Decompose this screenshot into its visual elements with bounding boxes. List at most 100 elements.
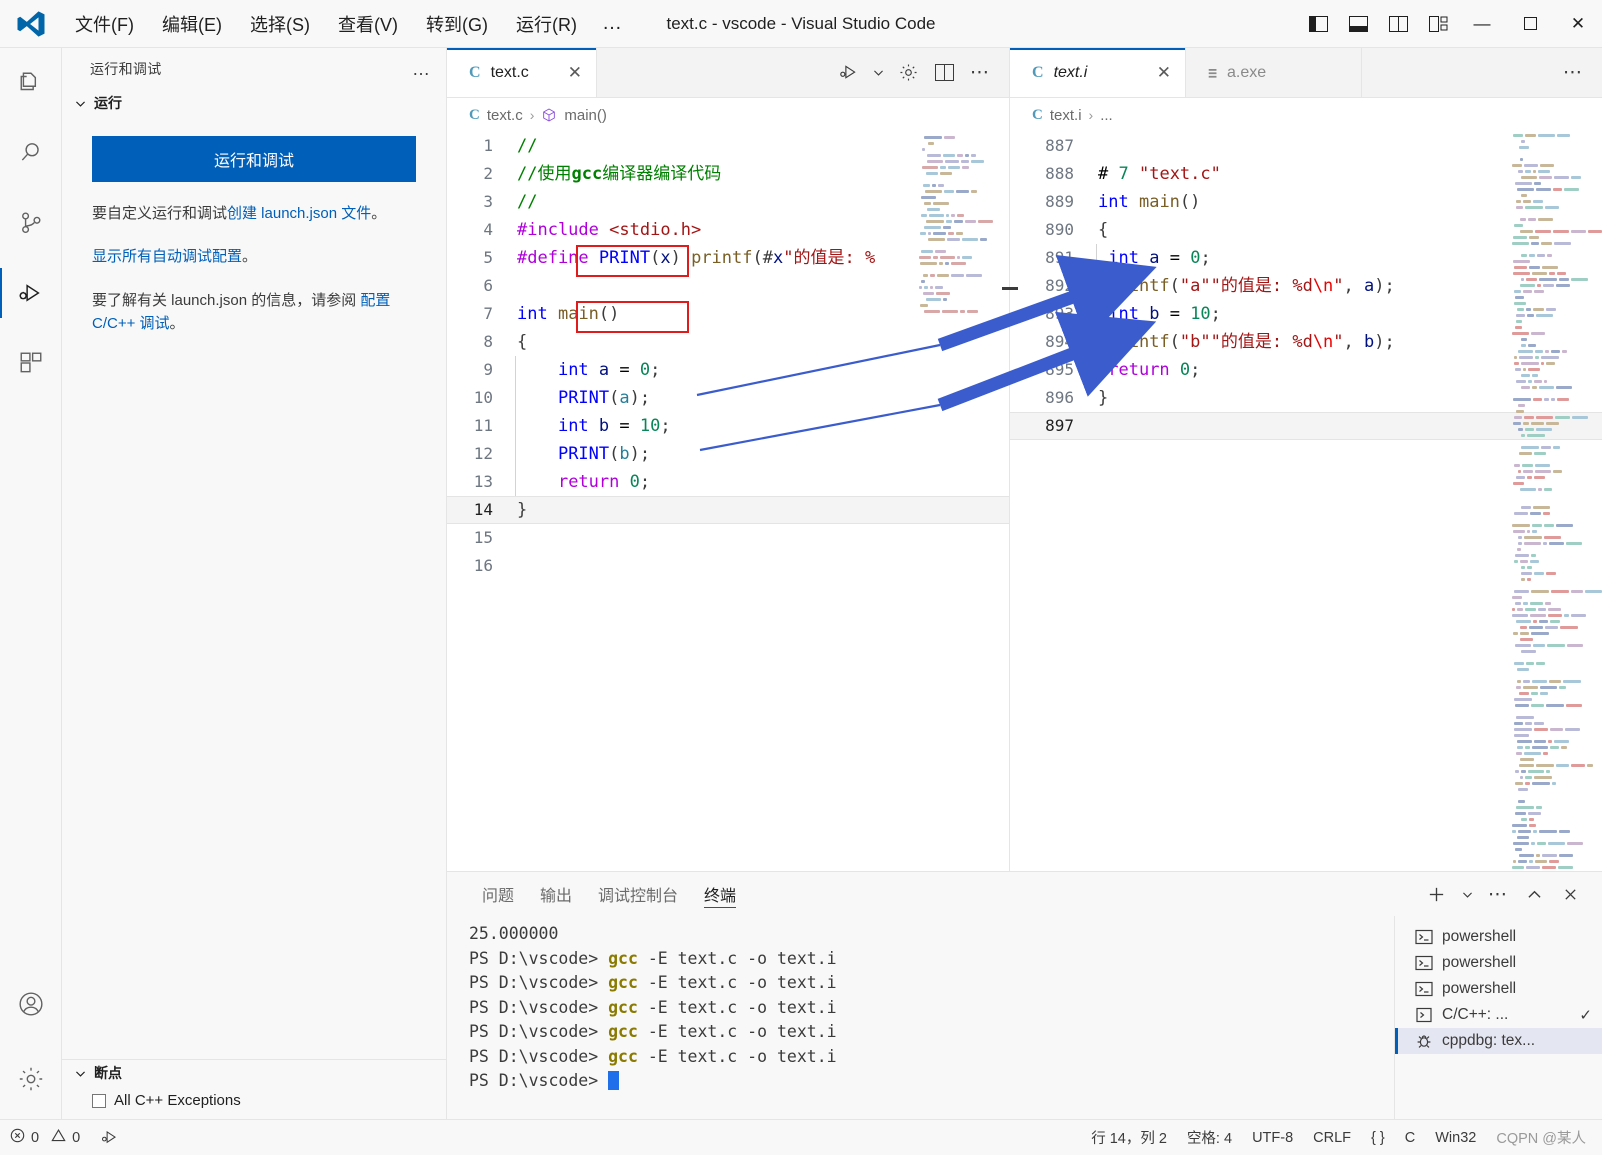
breadcrumb-file[interactable]: text.c (487, 107, 523, 124)
minimap-line (1510, 698, 1602, 703)
menu-selection[interactable]: 选择(S) (237, 6, 323, 42)
activity-explorer-icon[interactable] (0, 48, 62, 118)
sidebar-section-run[interactable]: 运行 (62, 90, 446, 116)
window-close-button[interactable]: ✕ (1554, 0, 1602, 48)
menu-file[interactable]: 文件(F) (62, 6, 147, 42)
minimap-line (1510, 224, 1602, 229)
breakpoint-list-item[interactable]: All C++ Exceptions (62, 1086, 446, 1119)
menu-bar: 文件(F) 编辑(E) 选择(S) 查看(V) 转到(G) 运行(R) … (62, 6, 633, 42)
minimap-segment (1523, 602, 1528, 605)
tab-a-exe[interactable]: ≡ a.exe (1186, 48, 1362, 97)
terminal-output[interactable]: 25.000000PS D:\vscode> gcc -E text.c -o … (447, 916, 1394, 1119)
status-platform[interactable]: Win32 (1425, 1120, 1486, 1155)
maximize-panel-icon[interactable] (1518, 878, 1550, 910)
split-editor-icon[interactable] (927, 56, 961, 90)
status-format-icon[interactable]: { } (1361, 1120, 1395, 1155)
status-problems[interactable]: 0 0 (0, 1120, 90, 1155)
menu-more-icon[interactable]: … (592, 7, 633, 40)
customize-layout-icon[interactable] (1418, 0, 1458, 48)
minimap-segment (1518, 470, 1521, 473)
menu-edit[interactable]: 编辑(E) (149, 6, 235, 42)
menu-go[interactable]: 转到(G) (413, 6, 501, 42)
toggle-primary-sidebar-icon[interactable] (1298, 0, 1338, 48)
tab-close-icon[interactable]: ✕ (1131, 63, 1171, 83)
minimap-segment (1517, 308, 1524, 311)
menu-view[interactable]: 查看(V) (325, 6, 411, 42)
toggle-panel-icon[interactable] (1338, 0, 1378, 48)
menu-run[interactable]: 运行(R) (503, 6, 590, 42)
minimap-segment (1528, 812, 1541, 815)
terminal-text: 25.000000 (469, 924, 558, 943)
window-maximize-button[interactable] (1506, 0, 1554, 48)
minimap-segment (1512, 164, 1522, 167)
code-editor-left[interactable]: 1//2//使用gcc编译器编译代码3//4#include <stdio.h>… (447, 132, 1009, 871)
minimap-segment (1531, 842, 1535, 845)
panel-more-icon[interactable]: ⋯ (1482, 878, 1514, 910)
terminal-list-item[interactable]: powershell (1395, 976, 1602, 1002)
gear-icon[interactable] (891, 56, 925, 90)
editor-split-handle[interactable] (1001, 280, 1019, 298)
minimap-segment (1542, 866, 1556, 869)
terminal-list-item[interactable]: C/C++: ...✓ (1395, 1002, 1602, 1028)
panel-tab-terminal[interactable]: 终端 (691, 872, 749, 916)
minimap-right[interactable] (1510, 132, 1602, 871)
breadcrumb-symbol[interactable]: main() (564, 107, 607, 124)
minimap-segment (1518, 404, 1525, 407)
show-all-automatic-debug-configurations-link[interactable]: 显示所有自动调试配置 (92, 248, 242, 265)
tab-text-i[interactable]: C text.i ✕ (1010, 48, 1186, 97)
activity-extensions-icon[interactable] (0, 328, 62, 398)
chevron-down-icon[interactable] (867, 56, 889, 90)
run-and-debug-button[interactable]: 运行和调试 (92, 136, 416, 182)
minimap-segment (1544, 398, 1549, 401)
minimap-line (917, 172, 995, 177)
panel-tab-problems[interactable]: 问题 (469, 872, 527, 916)
sidebar-more-icon[interactable]: … (412, 59, 432, 80)
chevron-down-icon[interactable] (1456, 878, 1478, 910)
status-cursor-position[interactable]: 行 14，列 2 (1081, 1120, 1177, 1155)
add-terminal-icon[interactable] (1420, 878, 1452, 910)
status-run-debug-icon[interactable] (90, 1120, 129, 1155)
status-language-mode[interactable]: C (1395, 1120, 1425, 1155)
code-editor-right[interactable]: 887888# 7 "text.c"889int main()890{891 i… (1010, 132, 1602, 871)
minimap-segment (1560, 626, 1578, 629)
terminal-list-item[interactable]: powershell (1395, 950, 1602, 976)
terminal-list-item[interactable]: powershell (1395, 924, 1602, 950)
panel-tab-debug-console[interactable]: 调试控制台 (585, 872, 691, 916)
activity-source-control-icon[interactable] (0, 188, 62, 258)
minimap-line (1510, 356, 1602, 361)
activity-accounts-icon[interactable] (0, 969, 62, 1039)
panel-tab-output[interactable]: 输出 (527, 872, 585, 916)
status-indentation[interactable]: 空格: 4 (1177, 1120, 1242, 1155)
close-panel-icon[interactable] (1554, 878, 1586, 910)
minimap-line (1510, 830, 1602, 835)
c-file-icon: C (469, 107, 480, 124)
sidebar-section-breakpoints[interactable]: 断点 (62, 1060, 446, 1086)
minimap-segment (1534, 290, 1544, 293)
tab-close-icon[interactable]: ✕ (542, 63, 582, 83)
activity-settings-gear-icon[interactable] (0, 1039, 62, 1119)
breadcrumb-symbol[interactable]: ... (1100, 107, 1113, 124)
minimap-segment (1543, 752, 1548, 755)
breakpoint-checkbox[interactable] (92, 1094, 106, 1108)
toggle-secondary-sidebar-icon[interactable] (1378, 0, 1418, 48)
activity-run-and-debug-icon[interactable] (0, 258, 62, 328)
breadcrumb-separator-icon: › (1089, 107, 1094, 123)
status-eol[interactable]: CRLF (1303, 1120, 1361, 1155)
window-minimize-button[interactable]: — (1458, 0, 1506, 48)
error-icon (10, 1128, 25, 1147)
minimap-segment (1551, 398, 1555, 401)
editor-more-icon[interactable]: ⋯ (963, 56, 997, 90)
minimap-left[interactable] (917, 132, 995, 871)
status-encoding[interactable]: UTF-8 (1242, 1120, 1303, 1155)
activity-search-icon[interactable] (0, 118, 62, 188)
breadcrumb-file[interactable]: text.i (1050, 107, 1082, 124)
debug-icon (1415, 1032, 1433, 1050)
create-launch-json-link[interactable]: 创建 launch.json 文件 (227, 205, 371, 222)
editor-more-icon[interactable]: ⋯ (1556, 56, 1590, 90)
run-debug-icon[interactable] (831, 56, 865, 90)
minimap-segment (1513, 272, 1530, 275)
status-notification[interactable]: CQPN @某人 (1486, 1120, 1602, 1155)
minimap-line (1510, 638, 1602, 643)
terminal-list-item[interactable]: cppdbg: tex... (1395, 1028, 1602, 1054)
tab-text-c[interactable]: C text.c ✕ (447, 48, 597, 97)
